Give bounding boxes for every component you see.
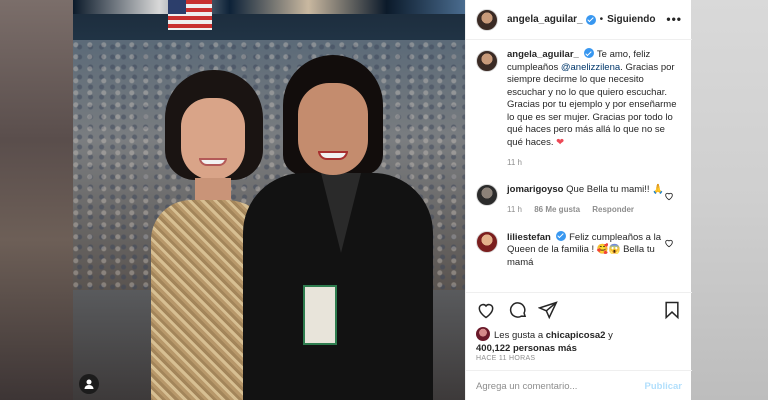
comment-reply-button[interactable]: Responder	[592, 205, 634, 214]
comment-item: liliestefan Feliz cumpleaños a la Queen …	[476, 230, 682, 270]
post-actions: Les gusta a chicapicosa2 y 400,122 perso…	[466, 292, 692, 400]
liker-avatar[interactable]	[476, 327, 490, 341]
save-bookmark-icon[interactable]	[662, 300, 682, 320]
author-username[interactable]: angela_aguilar_	[507, 14, 583, 25]
caption-mention-link[interactable]: @anelizzilena	[561, 62, 620, 73]
comment-like-heart-icon[interactable]	[664, 235, 674, 247]
comment-username[interactable]: liliestefan	[507, 232, 551, 243]
comment-avatar[interactable]	[476, 230, 498, 253]
photo-arena-banner	[73, 0, 465, 14]
comment-verified-badge-icon	[556, 230, 567, 241]
post-photo[interactable]	[73, 0, 465, 400]
verified-badge-icon	[585, 14, 596, 25]
comments-list[interactable]: angela_aguilar_ Te amo, feliz cumpleaños…	[466, 48, 692, 292]
comment-username[interactable]: jomarigoyso	[507, 184, 564, 195]
author-avatar[interactable]	[476, 8, 498, 31]
red-heart-emoji: ❤	[556, 136, 565, 148]
blurred-backdrop-left	[0, 0, 73, 400]
comment-meta: 11 h 86 Me gusta Responder	[507, 204, 667, 217]
blurred-backdrop-right	[691, 0, 768, 400]
header-separator: •	[599, 14, 604, 25]
likes-prefix: Les gusta a	[494, 330, 544, 341]
comment-avatar[interactable]	[476, 183, 498, 206]
post-header: angela_aguilar_ • Siguiendo •••	[466, 0, 692, 40]
share-paper-plane-icon[interactable]	[537, 300, 558, 320]
follow-status-button[interactable]: Siguiendo	[607, 14, 655, 25]
photo-person-right	[243, 55, 433, 400]
likes-count[interactable]: 400,122 personas más	[476, 343, 577, 354]
likes-summary: Les gusta a chicapicosa2 y 400,122 perso…	[476, 327, 613, 355]
comment-like-heart-icon[interactable]	[664, 188, 674, 200]
add-comment-input[interactable]	[476, 380, 645, 392]
caption: angela_aguilar_ Te amo, feliz cumpleaños…	[476, 48, 682, 170]
post-side-panel: angela_aguilar_ • Siguiendo ••• angela_a…	[465, 0, 692, 400]
comment-time[interactable]: 11 h	[507, 205, 522, 214]
comment-item: jomarigoyso Que Bella tu mami!! 🙏 11 h 8…	[476, 183, 682, 217]
post-comment-button[interactable]: Publicar	[645, 381, 683, 392]
caption-avatar[interactable]	[476, 50, 498, 72]
comment-text: Que Bella tu mami!! 🙏	[566, 183, 665, 195]
caption-time[interactable]: 11 h	[507, 157, 682, 170]
more-options-icon[interactable]: •••	[666, 12, 682, 26]
caption-verified-badge-icon	[584, 48, 595, 58]
posted-time[interactable]: HACE 11 HORAS	[476, 355, 535, 362]
likes-connector: y	[608, 330, 613, 341]
tagged-user-icon[interactable]	[79, 374, 99, 394]
add-comment-bar: Publicar	[466, 370, 692, 400]
like-heart-icon[interactable]	[476, 300, 496, 320]
caption-username[interactable]: angela_aguilar_	[507, 49, 579, 60]
photo-flag	[168, 0, 212, 30]
comment-bubble-icon[interactable]	[508, 300, 528, 320]
liker-username[interactable]: chicapicosa2	[546, 330, 606, 341]
action-icons	[474, 300, 684, 322]
caption-text-after: . Gracias por siempre decirme lo que nec…	[507, 61, 677, 148]
comment-likes-count[interactable]: 86 Me gusta	[534, 205, 580, 214]
